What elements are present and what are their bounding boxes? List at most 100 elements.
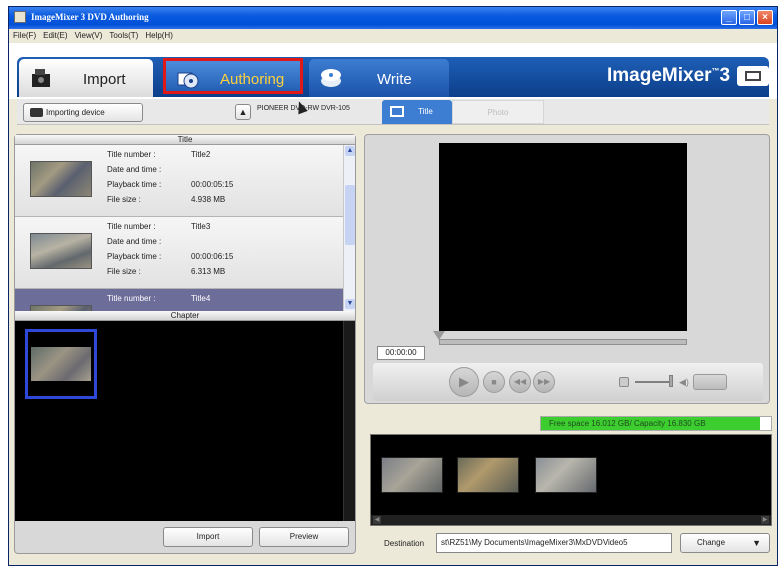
destination-label: Destination: [384, 539, 425, 548]
monitor-icon: [390, 106, 404, 117]
importing-device-label: Importing device: [46, 108, 105, 117]
chapter-scrollbar[interactable]: [343, 321, 355, 521]
tab-title-view[interactable]: Title: [382, 100, 452, 124]
window-title: ImageMixer 3 DVD Authoring: [31, 12, 149, 22]
minimize-button[interactable]: _: [721, 10, 737, 25]
tab-import-label: Import: [83, 71, 126, 88]
title-thumbnail: [30, 161, 92, 197]
scroll-thumb[interactable]: [345, 185, 355, 245]
scroll-up-icon[interactable]: ▲: [345, 146, 355, 156]
menu-edit[interactable]: Edit(E): [39, 29, 70, 40]
preview-pane: 00:00:00 ▶ ■ ◀◀ ▶▶ ◀): [364, 134, 770, 404]
menu-tools[interactable]: Tools(T): [105, 29, 141, 40]
dropdown-arrow-icon: ▼: [752, 538, 761, 548]
title-panel-header: Title: [15, 135, 355, 145]
storyboard-clip[interactable]: [381, 457, 443, 493]
title-number-value: Title2: [191, 150, 211, 159]
left-pane: Title Title number : Title2 Date and time…: [14, 134, 356, 554]
next-icon: ▶▶: [537, 377, 551, 386]
change-destination-button[interactable]: Change ▼: [680, 533, 770, 553]
menu-help[interactable]: Help(H): [141, 29, 176, 40]
storyboard-clip[interactable]: [457, 457, 519, 493]
menu-file[interactable]: File(F): [9, 29, 39, 40]
window-mode-icon: [745, 71, 761, 81]
app-icon: [14, 11, 26, 23]
volume-knob[interactable]: [669, 375, 673, 387]
authoring-icon: [177, 72, 199, 89]
sub-toolbar: Importing device ▲ PIONEER DVD-RW DVR-10…: [17, 99, 769, 125]
eject-button[interactable]: ▲: [235, 104, 251, 120]
mute-icon[interactable]: [619, 377, 629, 387]
maximize-button[interactable]: □: [739, 10, 755, 25]
fullscreen-button[interactable]: [693, 374, 727, 390]
preview-button[interactable]: Preview: [259, 527, 349, 547]
import-icon: [32, 69, 50, 87]
destination-path-field[interactable]: st\RZ51\My Documents\ImageMixer3\MxDVDVi…: [436, 533, 672, 553]
menu-view[interactable]: View(V): [71, 29, 106, 40]
import-button[interactable]: Import: [163, 527, 253, 547]
chapter-panel-header: Chapter: [15, 311, 355, 321]
playback-time-value: 00:00:06:15: [191, 252, 234, 261]
scroll-left-icon[interactable]: ◀: [373, 516, 381, 524]
title-bar[interactable]: ImageMixer 3 DVD Authoring _ □ ×: [9, 7, 777, 29]
stop-button[interactable]: ■: [483, 371, 505, 393]
timecode-display: 00:00:00: [377, 346, 425, 360]
title-list-scrollbar[interactable]: ▲ ▼: [343, 145, 355, 311]
play-button[interactable]: ▶: [449, 367, 479, 397]
title-row[interactable]: Title number : Title3 Date and time : Pla…: [15, 217, 343, 289]
change-button-label: Change: [697, 538, 726, 547]
mode-tab-bar: Import Authoring Write ImageMixer™3: [17, 57, 769, 97]
speaker-icon: ◀): [679, 377, 689, 387]
playback-time-value: 00:00:05:15: [191, 180, 234, 189]
seek-bar[interactable]: [439, 339, 687, 345]
window-mode-button[interactable]: [737, 66, 769, 86]
title-number-label: Title number :: [107, 294, 156, 303]
importing-device-button[interactable]: Importing device: [23, 103, 143, 122]
chapter-area[interactable]: [15, 321, 355, 521]
tab-write-label: Write: [377, 71, 412, 88]
title-number-label: Title number :: [107, 150, 156, 159]
storyboard-scrollbar[interactable]: ◀ ▶: [371, 515, 771, 525]
tab-authoring[interactable]: Authoring: [163, 58, 303, 94]
title-number-value: Title4: [191, 294, 211, 303]
stop-icon: ■: [491, 377, 497, 387]
title-thumbnail: [30, 233, 92, 269]
next-button[interactable]: ▶▶: [533, 371, 555, 393]
title-list: Title number : Title2 Date and time : Pla…: [15, 145, 343, 311]
brand-logo: ImageMixer™3: [607, 65, 731, 86]
chapter-thumbnail[interactable]: [25, 329, 97, 399]
volume-slider[interactable]: [635, 381, 671, 383]
video-preview: [439, 143, 687, 331]
close-button[interactable]: ×: [757, 10, 773, 25]
file-size-label: File size :: [107, 267, 141, 276]
tab-write[interactable]: Write: [309, 59, 449, 97]
disc-space-text: Free space 16.012 GB/ Capacity 16.830 GB: [549, 419, 706, 428]
title-number-label: Title number :: [107, 222, 156, 231]
previous-button[interactable]: ◀◀: [509, 371, 531, 393]
playback-time-label: Playback time :: [107, 252, 162, 261]
scroll-right-icon[interactable]: ▶: [761, 516, 769, 524]
previous-icon: ◀◀: [513, 377, 527, 386]
disc-space-meter: Free space 16.012 GB/ Capacity 16.830 GB: [540, 416, 772, 431]
file-size-label: File size :: [107, 195, 141, 204]
eject-icon: ▲: [238, 107, 248, 117]
tab-import[interactable]: Import: [19, 59, 153, 97]
camera-icon: [30, 108, 43, 117]
play-icon: ▶: [459, 374, 469, 389]
brand-version: 3: [719, 65, 731, 86]
date-time-label: Date and time :: [107, 165, 162, 174]
tab-photo-view[interactable]: Photo: [452, 100, 544, 124]
brand-name: ImageMixer: [607, 65, 712, 86]
file-size-value: 4.938 MB: [191, 195, 226, 204]
date-time-label: Date and time :: [107, 237, 162, 246]
scroll-down-icon[interactable]: ▼: [345, 299, 355, 309]
title-row[interactable]: Title number : Title2 Date and time : Pla…: [15, 145, 343, 217]
tab-title-label: Title: [418, 107, 433, 116]
menu-bar: File(F) Edit(E) View(V) Tools(T) Help(H): [9, 29, 777, 43]
mode-header: Import Authoring Write ImageMixer™3: [9, 43, 777, 99]
storyboard[interactable]: ◀ ▶: [370, 434, 772, 526]
title-row-selected[interactable]: Title number : Title4: [15, 289, 343, 311]
write-disc-icon: [321, 69, 341, 87]
storyboard-clip[interactable]: [535, 457, 597, 493]
playback-time-label: Playback time :: [107, 180, 162, 189]
